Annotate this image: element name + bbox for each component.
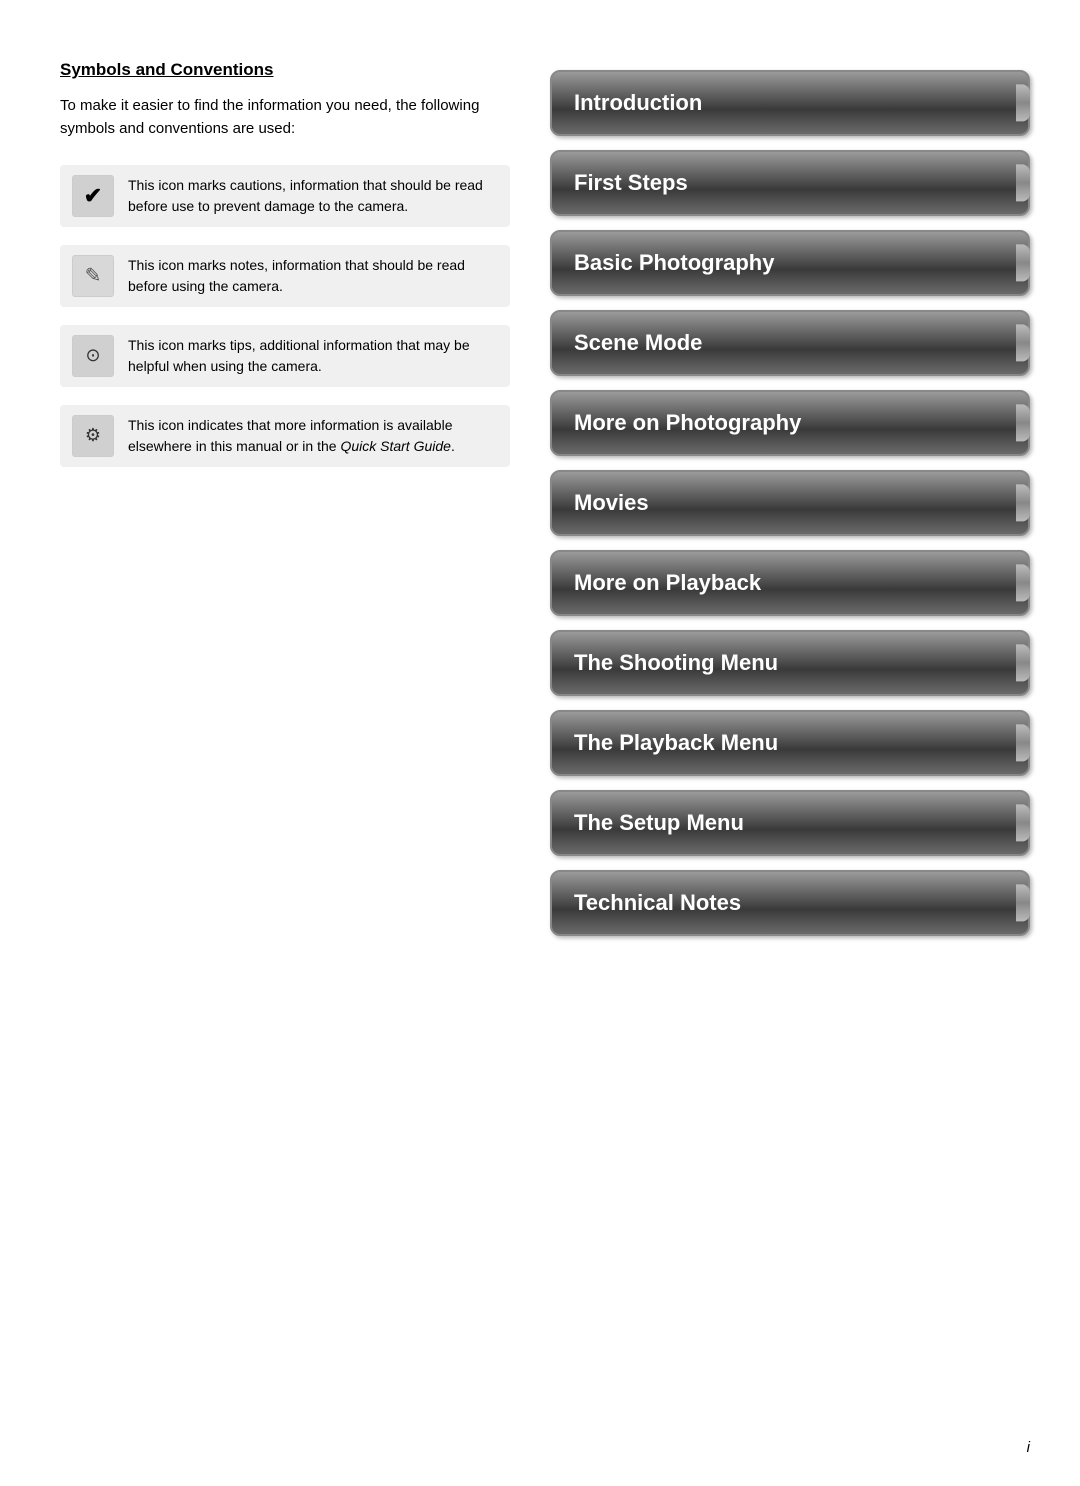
tab-button-the-setup-menu[interactable]: The Setup Menu <box>550 790 1030 856</box>
icon-symbol-2: ⊙ <box>72 335 114 377</box>
icon-symbol-3: ⚙ <box>72 415 114 457</box>
icon-row-1: ✎ This icon marks notes, information that… <box>60 245 510 307</box>
icon-row-3: ⚙ This icon indicates that more informati… <box>60 405 510 467</box>
tab-button-first-steps[interactable]: First Steps <box>550 150 1030 216</box>
icon-text-0: This icon marks cautions, information th… <box>128 175 498 217</box>
icon-symbol-0: ✔ <box>72 175 114 217</box>
tab-button-the-shooting-menu[interactable]: The Shooting Menu <box>550 630 1030 696</box>
tabs-container: Introduction First Steps Basic Photography… <box>550 70 1030 950</box>
tab-button-introduction[interactable]: Introduction <box>550 70 1030 136</box>
left-column: Symbols and Conventions To make it easie… <box>60 60 510 1426</box>
icon-row-0: ✔ This icon marks cautions, information t… <box>60 165 510 227</box>
right-column: Introduction First Steps Basic Photography… <box>550 60 1030 1426</box>
intro-text: To make it easier to find the informatio… <box>60 94 510 141</box>
tab-button-scene-mode[interactable]: Scene Mode <box>550 310 1030 376</box>
tab-button-technical-notes[interactable]: Technical Notes <box>550 870 1030 936</box>
icon-text-2: This icon marks tips, additional informa… <box>128 335 498 377</box>
tab-button-basic-photography[interactable]: Basic Photography <box>550 230 1030 296</box>
icon-text-3: This icon indicates that more informatio… <box>128 415 498 457</box>
icon-row-2: ⊙ This icon marks tips, additional inform… <box>60 325 510 387</box>
tab-button-movies[interactable]: Movies <box>550 470 1030 536</box>
icon-symbol-1: ✎ <box>72 255 114 297</box>
tab-button-the-playback-menu[interactable]: The Playback Menu <box>550 710 1030 776</box>
tab-button-more-on-photography[interactable]: More on Photography <box>550 390 1030 456</box>
section-title: Symbols and Conventions <box>60 60 510 80</box>
page-number: i <box>1027 1439 1030 1456</box>
icon-text-1: This icon marks notes, information that … <box>128 255 498 297</box>
tab-button-more-on-playback[interactable]: More on Playback <box>550 550 1030 616</box>
page-container: Symbols and Conventions To make it easie… <box>0 0 1080 1486</box>
icon-rows-container: ✔ This icon marks cautions, information t… <box>60 165 510 467</box>
